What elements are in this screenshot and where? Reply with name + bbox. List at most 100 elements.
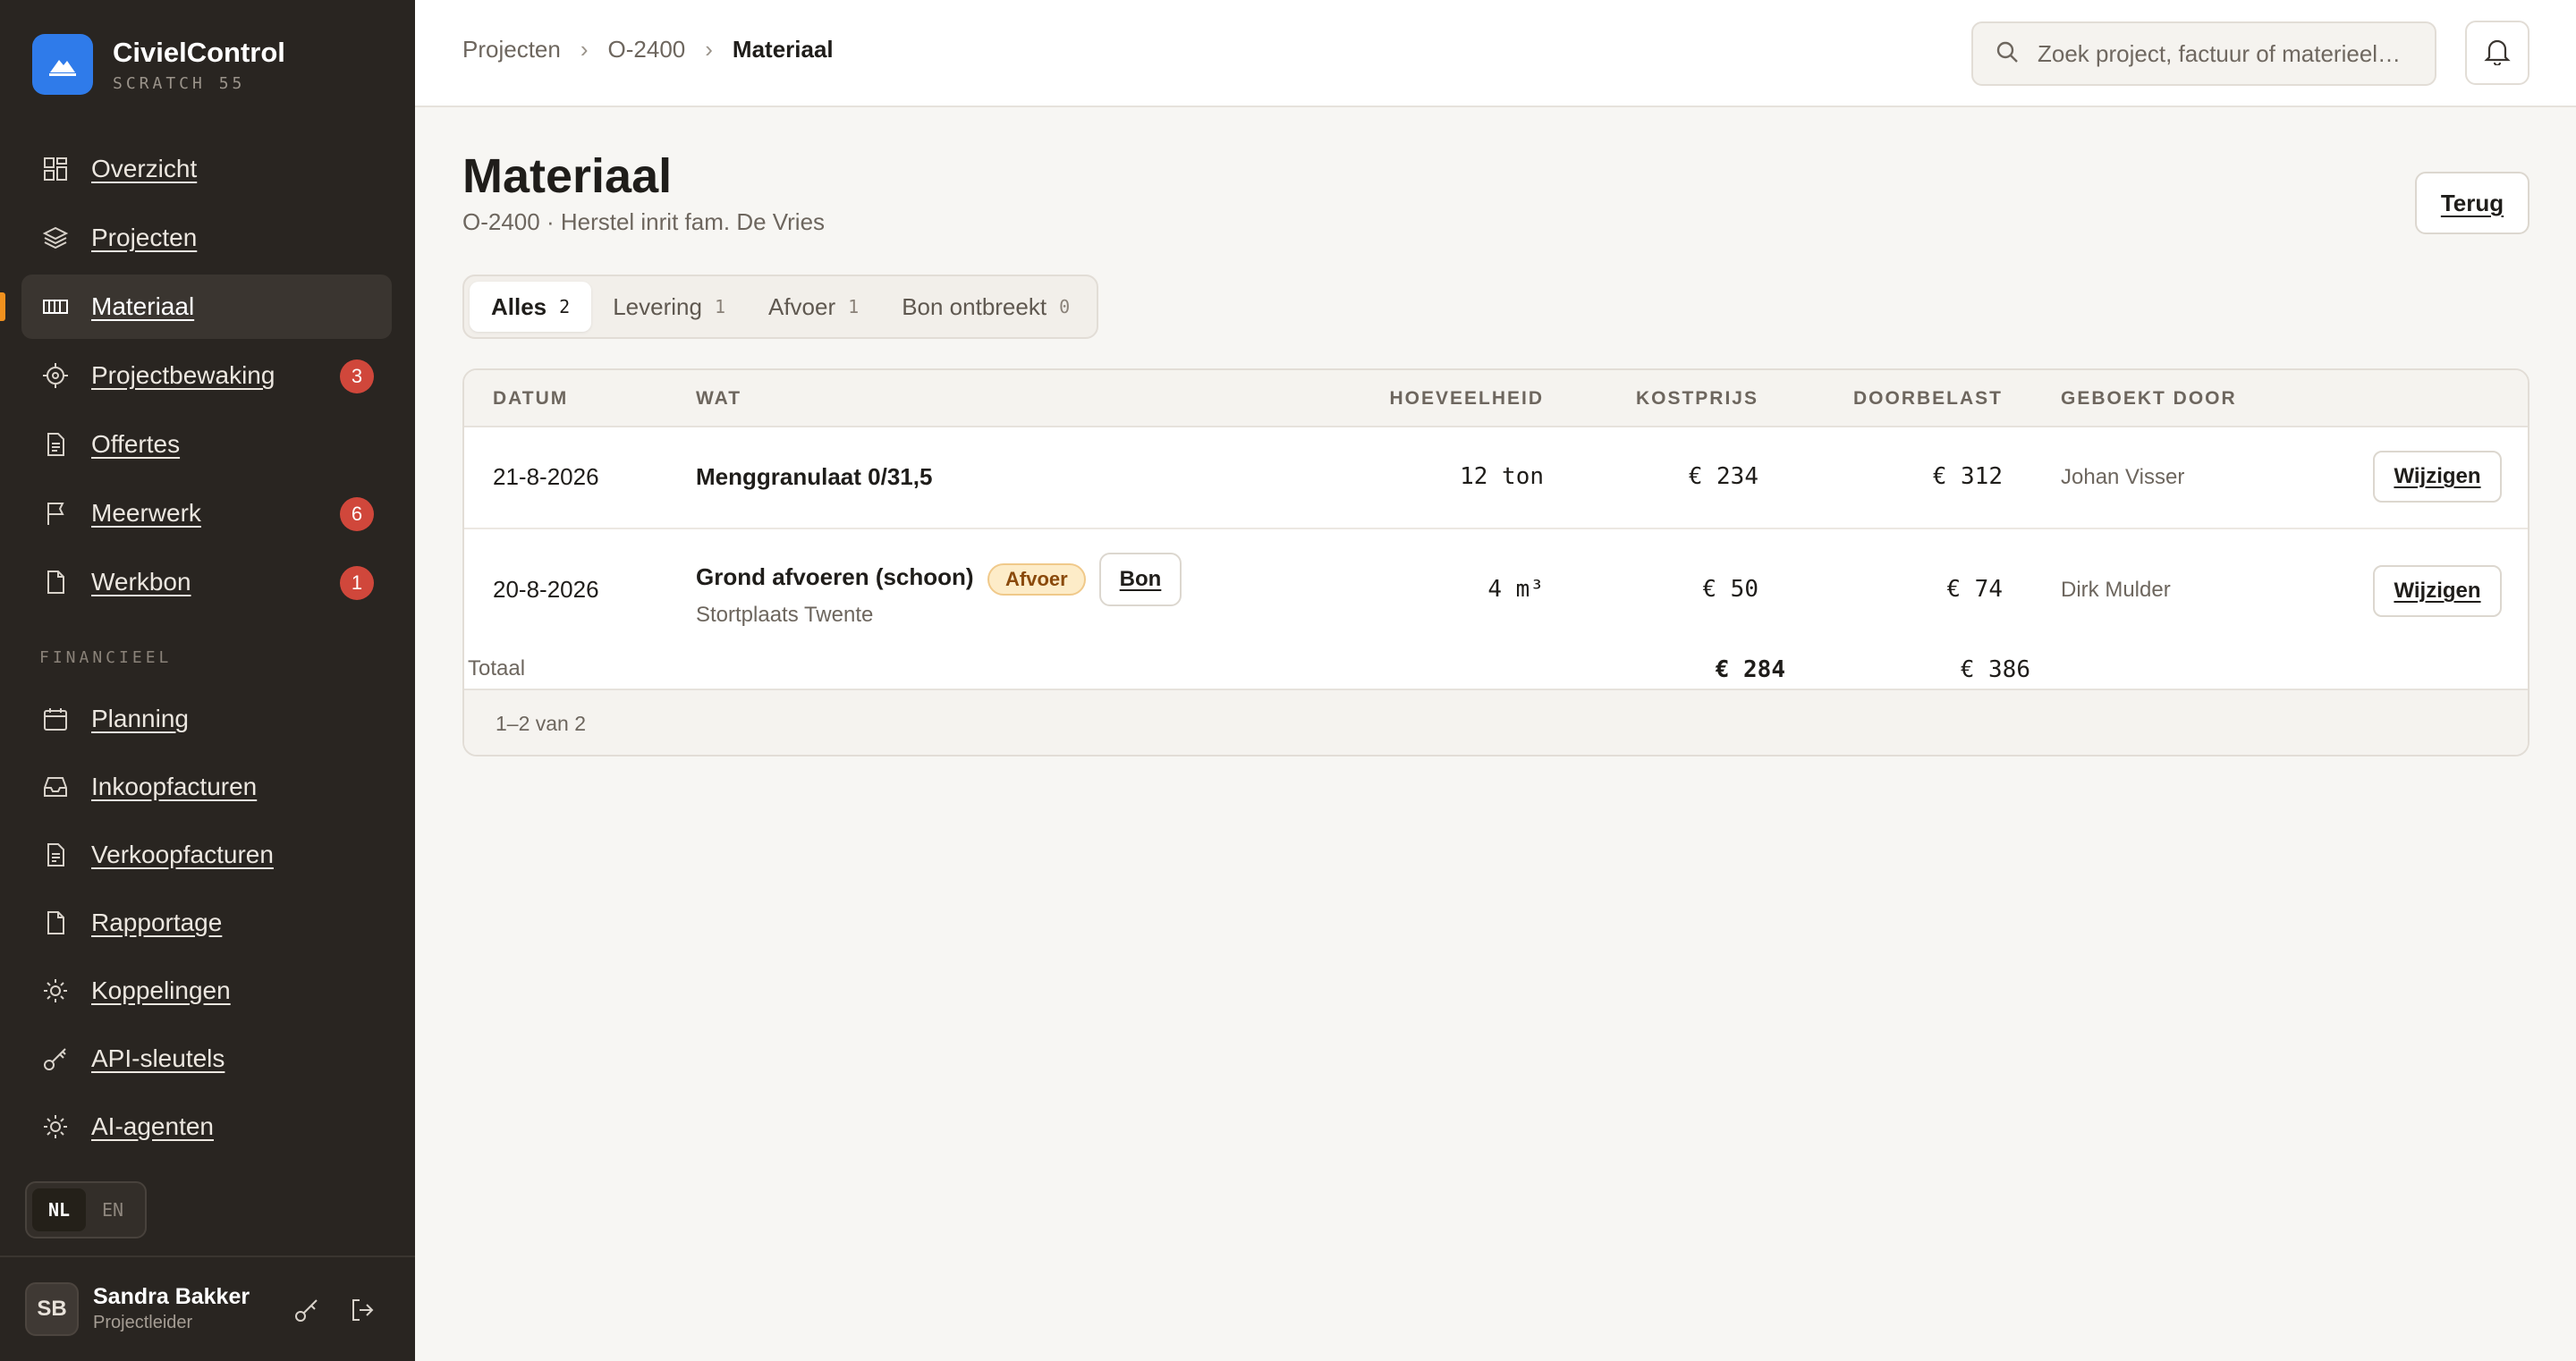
tab-count: 1 <box>848 296 860 317</box>
nav-item-ai-agenten[interactable]: AI-agenten <box>21 1095 392 1158</box>
sidebar: CivielControl SCRATCH 55 Overzicht Proje… <box>0 0 415 1361</box>
nav-label: AI-agenten <box>91 1112 214 1140</box>
breadcrumb-projecten[interactable]: Projecten <box>462 36 561 63</box>
nav-item-rapportage[interactable]: Rapportage <box>21 891 392 954</box>
key-icon <box>41 1044 70 1073</box>
cell-kostprijs: € 50 <box>1702 576 1758 603</box>
nav-label: Projectbewaking <box>91 361 275 389</box>
material-icon <box>41 292 70 321</box>
cell-hoeveelheid: 12 ton <box>1460 463 1544 490</box>
plug-icon <box>41 976 70 1005</box>
tab-afvoer[interactable]: Afvoer 1 <box>747 282 880 332</box>
edit-button[interactable]: Wijzigen <box>2373 565 2502 617</box>
file-icon <box>41 568 70 596</box>
back-button[interactable]: Terug <box>2415 172 2529 234</box>
nav-label: Planning <box>91 704 189 732</box>
totals-kostprijs: € 284 <box>1715 656 1785 683</box>
notification-badge: 3 <box>340 359 374 393</box>
search-input[interactable] <box>2038 39 2422 68</box>
nav-item-verkoopfacturen[interactable]: Verkoopfacturen <box>21 823 392 886</box>
user-panel: SB Sandra Bakker Projectleider <box>0 1255 415 1361</box>
column-header-datum[interactable]: DATUM <box>493 388 568 410</box>
page-subtitle: O-2400 · Herstel inrit fam. De Vries <box>462 208 826 235</box>
cell-wat: Grond afvoeren (schoon) <box>696 563 974 590</box>
cell-doorbelast: € 74 <box>1946 576 2003 603</box>
calendar-icon <box>41 705 70 733</box>
notification-badge: 1 <box>340 566 374 600</box>
notifications-button[interactable] <box>2465 21 2529 85</box>
tab-label: Afvoer <box>767 292 836 320</box>
tab-count: 2 <box>559 296 571 317</box>
column-header-doorbelast[interactable]: DOORBELAST <box>1853 388 2003 410</box>
cell-doorbelast: € 312 <box>1932 463 2003 490</box>
user-role: Projectleider <box>93 1313 193 1332</box>
lang-en-button[interactable]: EN <box>86 1188 140 1231</box>
user-name: Sandra Bakker <box>93 1284 250 1309</box>
nav-item-materiaal[interactable]: Materiaal <box>0 275 392 339</box>
cell-hoeveelheid: 4 m³ <box>1487 576 1544 603</box>
chevron-right-icon: › <box>580 36 589 63</box>
tab-levering[interactable]: Levering 1 <box>591 282 747 332</box>
tab-count: 0 <box>1059 296 1071 317</box>
tab-label: Bon ontbreekt <box>902 292 1047 320</box>
nav-label: Projecten <box>91 224 198 251</box>
tab-bon-ontbreekt[interactable]: Bon ontbreekt 0 <box>880 282 1091 332</box>
nav-item-projectbewaking[interactable]: Projectbewaking 3 <box>21 343 392 408</box>
nav-item-koppelingen[interactable]: Koppelingen <box>21 959 392 1022</box>
brand[interactable]: CivielControl SCRATCH 55 <box>32 34 285 95</box>
logout-icon[interactable] <box>349 1297 377 1325</box>
layers-icon <box>41 224 70 252</box>
nav-item-meerwerk[interactable]: Meerwerk 6 <box>21 481 392 545</box>
breadcrumb-current: Materiaal <box>732 36 834 63</box>
notification-badge: 6 <box>340 497 374 531</box>
table-header: DATUM WAT HOEVEELHEID KOSTPRIJS DOORBELA… <box>464 370 2528 427</box>
nav-item-projecten[interactable]: Projecten <box>21 206 392 270</box>
totals-row: Totaal € 284 € 386 <box>464 649 2528 689</box>
tab-count: 1 <box>714 296 725 317</box>
cell-datum: 21-8-2026 <box>493 463 599 490</box>
document-icon <box>41 430 70 459</box>
nav-item-overzicht[interactable]: Overzicht <box>21 137 392 201</box>
material-table: DATUM WAT HOEVEELHEID KOSTPRIJS DOORBELA… <box>462 368 2529 757</box>
nav-item-api-sleutels[interactable]: API-sleutels <box>21 1027 392 1090</box>
finance-nav: Planning Inkoopfacturen Verkoopfacturen … <box>21 687 392 1162</box>
language-switch: NL EN <box>25 1181 147 1238</box>
app-name: CivielControl <box>113 36 285 68</box>
table-row[interactable]: 21-8-2026 Menggranulaat 0/31,5 12 ton € … <box>464 427 2528 529</box>
tab-alles[interactable]: Alles 2 <box>470 282 592 332</box>
nav-item-werkbon[interactable]: Werkbon 1 <box>21 550 392 614</box>
key-icon[interactable] <box>293 1297 322 1325</box>
cell-geboekt-door: Dirk Mulder <box>2061 578 2171 602</box>
nav-item-planning[interactable]: Planning <box>21 687 392 750</box>
lang-nl-button[interactable]: NL <box>32 1188 86 1231</box>
search-icon <box>1995 39 2020 69</box>
chevron-right-icon: › <box>705 36 713 63</box>
top-bar: Projecten › O-2400 › Materiaal <box>415 0 2576 107</box>
nav-item-inkoopfacturen[interactable]: Inkoopfacturen <box>21 755 392 818</box>
nav-label: Koppelingen <box>91 976 231 1004</box>
nav-label: Inkoopfacturen <box>91 772 258 800</box>
nav-label: Rapportage <box>91 908 223 936</box>
column-header-wat[interactable]: WAT <box>696 388 741 410</box>
search-box[interactable] <box>1971 21 2436 86</box>
avatar[interactable]: SB <box>25 1282 79 1336</box>
breadcrumb: Projecten › O-2400 › Materiaal <box>462 36 834 63</box>
main-nav: Overzicht Projecten Materiaal Projectbew… <box>0 137 392 619</box>
table-footer: 1–2 van 2 <box>464 689 2528 755</box>
cell-wat: Menggranulaat 0/31,5 <box>696 463 933 490</box>
bon-button[interactable]: Bon <box>1099 553 1182 606</box>
pagination-info: 1–2 van 2 <box>496 712 587 735</box>
nav-label: Werkbon <box>91 568 191 596</box>
edit-button[interactable]: Wijzigen <box>2373 451 2502 503</box>
column-header-hoeveelheid[interactable]: HOEVEELHEID <box>1389 388 1544 410</box>
column-header-kostprijs[interactable]: KOSTPRIJS <box>1636 388 1758 410</box>
invoice-icon <box>41 841 70 869</box>
column-header-geboekt-door[interactable]: GEBOEKT DOOR <box>2061 388 2237 410</box>
nav-item-offertes[interactable]: Offertes <box>21 412 392 477</box>
app-subtitle: SCRATCH 55 <box>113 73 246 93</box>
table-row[interactable]: 20-8-2026 Grond afvoeren (schoon) Afvoer… <box>464 529 2528 649</box>
page-title: Materiaal <box>462 149 673 203</box>
nav-section-label: FINANCIEEL <box>39 648 173 667</box>
breadcrumb-project[interactable]: O-2400 <box>608 36 686 63</box>
nav-label: Verkoopfacturen <box>91 840 274 868</box>
